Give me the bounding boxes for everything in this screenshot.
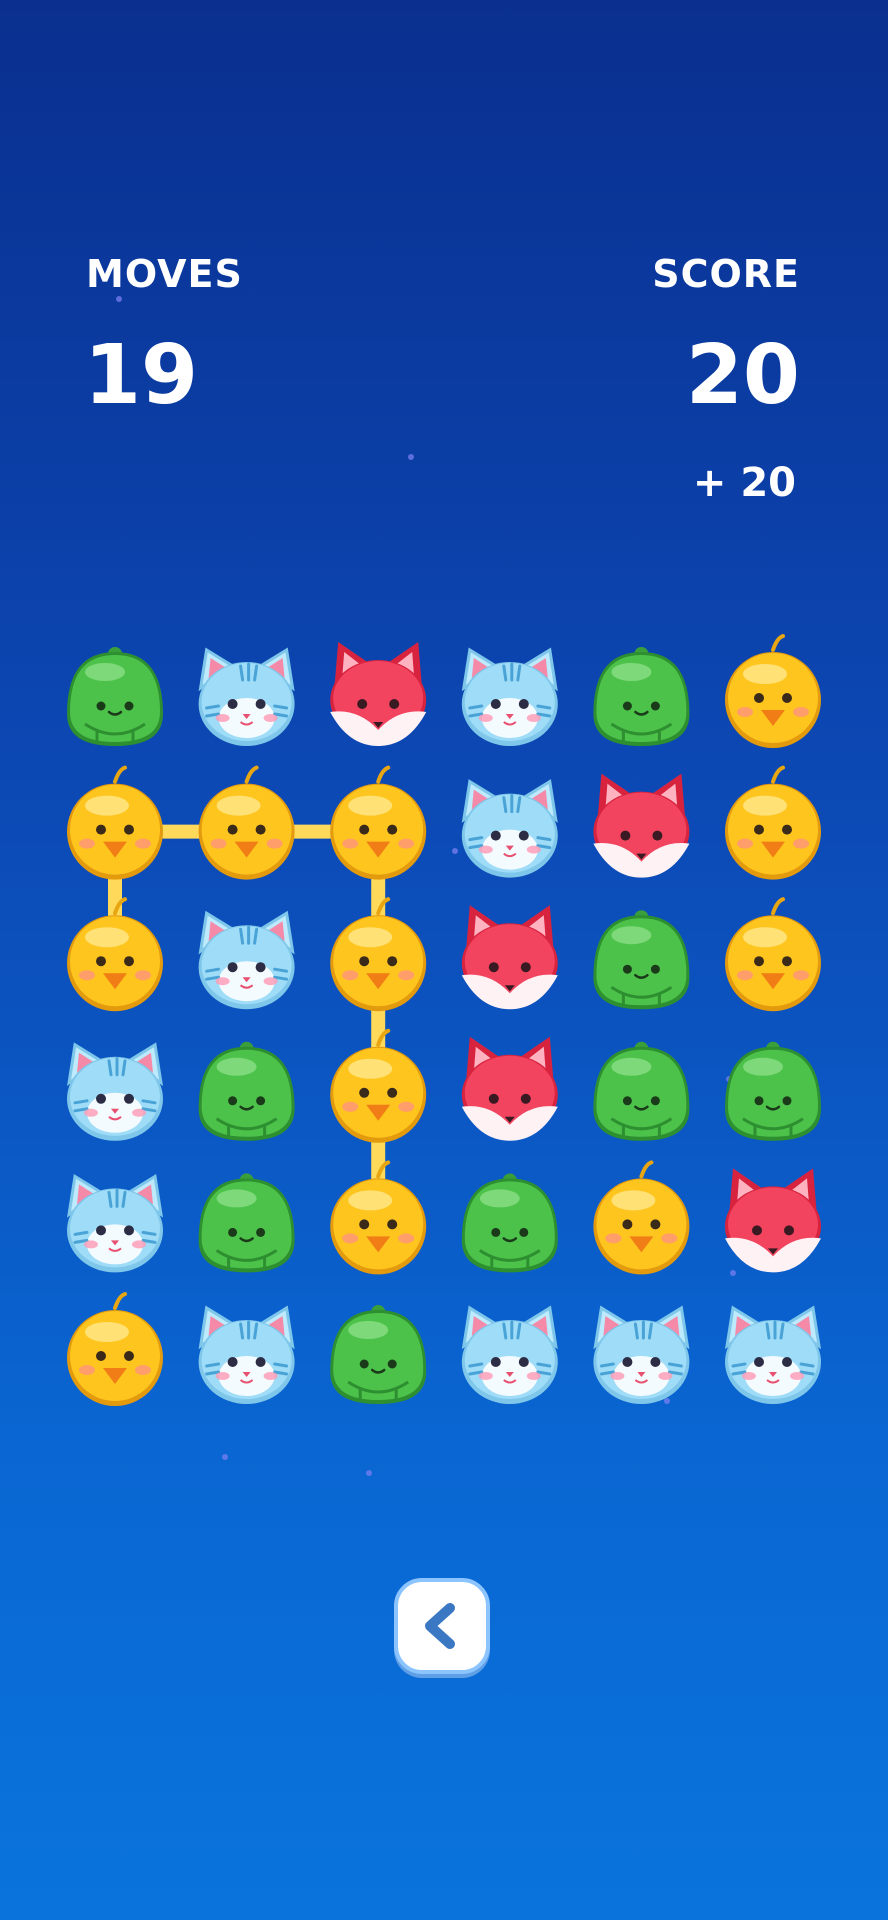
frog-tile[interactable] [593, 1041, 690, 1141]
fox-tile[interactable] [330, 642, 427, 746]
chick-tile[interactable] [67, 897, 163, 1012]
cat-tile[interactable] [593, 1305, 690, 1404]
fox-tile[interactable] [461, 1036, 558, 1141]
cat-tile[interactable] [461, 1305, 558, 1404]
cat-tile[interactable] [198, 647, 295, 746]
frog-tile[interactable] [461, 1173, 558, 1273]
cat-tile[interactable] [198, 1305, 295, 1404]
fox-tile[interactable] [593, 773, 690, 878]
frog-tile[interactable] [67, 647, 163, 746]
selection-path [108, 824, 386, 1234]
tile-grid [66, 634, 822, 1406]
chick-tile[interactable] [725, 765, 821, 880]
back-button[interactable] [394, 1578, 490, 1674]
moves-counter: 19 [84, 328, 199, 423]
sparkle [730, 1270, 736, 1276]
frog-tile[interactable] [198, 1173, 295, 1273]
cat-tile[interactable] [461, 779, 558, 878]
cat-tile[interactable] [198, 910, 295, 1010]
frog-tile[interactable] [593, 910, 690, 1010]
sparkle [664, 1398, 670, 1404]
sparkle [116, 296, 122, 302]
frog-tile[interactable] [725, 1041, 821, 1141]
sparkle [452, 848, 458, 854]
chick-tile[interactable] [593, 1160, 690, 1275]
moves-label: MOVES [86, 252, 243, 296]
cat-tile[interactable] [66, 1042, 164, 1141]
chick-tile[interactable] [725, 897, 821, 1012]
score-counter: 20 [685, 328, 800, 423]
chick-tile[interactable] [67, 765, 163, 880]
cat-tile[interactable] [724, 1305, 822, 1404]
chick-tile[interactable] [330, 1028, 427, 1143]
sparkle [408, 454, 414, 460]
sparkle [222, 1454, 228, 1460]
frog-tile[interactable] [198, 1041, 295, 1141]
fox-tile[interactable] [725, 1168, 821, 1273]
chevron-left-icon [425, 1603, 455, 1649]
chick-tile[interactable] [330, 897, 427, 1012]
frog-tile[interactable] [330, 1305, 427, 1404]
score-label: SCORE [652, 252, 800, 296]
sparkle [366, 1470, 372, 1476]
cat-tile[interactable] [66, 1173, 164, 1273]
chick-tile[interactable] [330, 1160, 427, 1275]
chick-tile[interactable] [198, 765, 295, 880]
chick-tile[interactable] [725, 634, 821, 748]
frog-tile[interactable] [593, 647, 690, 746]
score-bonus: + 20 [692, 460, 796, 506]
chick-tile[interactable] [67, 1292, 163, 1406]
cat-tile[interactable] [461, 647, 558, 746]
chick-tile[interactable] [330, 765, 427, 880]
fox-tile[interactable] [461, 905, 558, 1010]
